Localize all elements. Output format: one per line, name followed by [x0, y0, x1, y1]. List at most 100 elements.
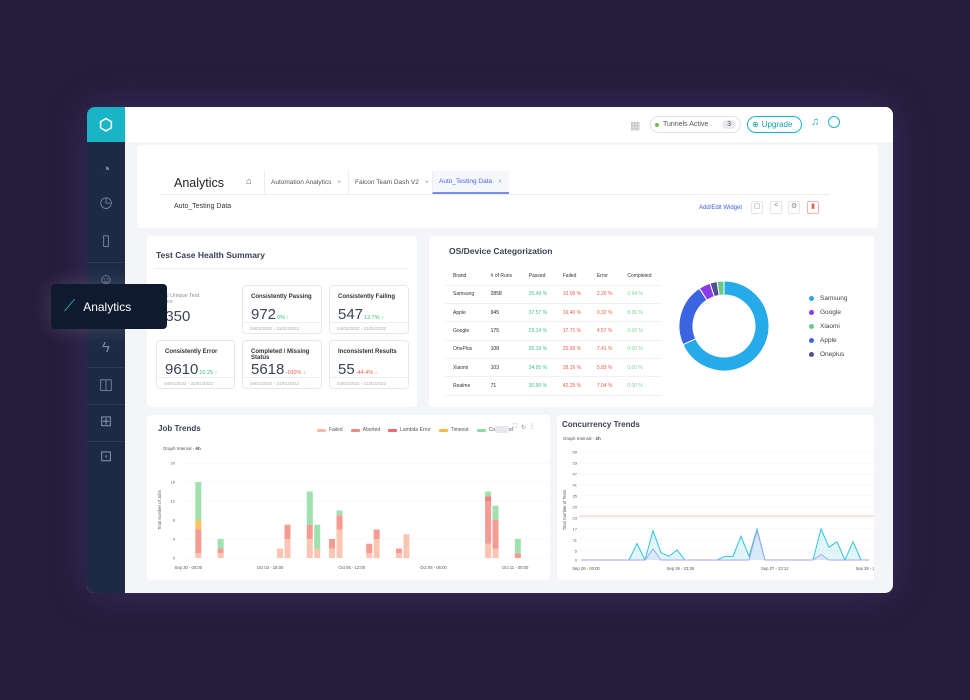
legend-item[interactable]: Samsung — [809, 291, 847, 305]
card-title: OS/Device Categorization — [449, 246, 553, 256]
y-tick-label: 53 — [573, 460, 578, 465]
legend-item[interactable]: Google — [809, 305, 847, 319]
table-cell: 71 — [482, 376, 521, 396]
settings-icon[interactable]: ⚙ — [788, 201, 800, 214]
copy-icon[interactable]: ▢ — [751, 201, 763, 214]
table-row[interactable]: Xiaomi 103 34.95 % 28.16 % 5.83 % 0.00 % — [445, 358, 661, 378]
table-cell: 0.00 % — [619, 321, 661, 341]
card-title: Test Case Health Summary — [156, 250, 265, 260]
legend-item[interactable]: Apple — [809, 333, 847, 347]
add-icon[interactable]: ⊞ — [87, 406, 125, 436]
share-icon[interactable]: < — [770, 201, 782, 214]
bar-segment-failed — [373, 539, 380, 558]
legend-item[interactable]: Xiaomi — [809, 319, 847, 333]
bar-segment-failed — [195, 553, 202, 558]
column-header: Failed — [554, 267, 589, 286]
tab-automation-analytics[interactable]: Automation Analytics × — [264, 171, 347, 194]
table-cell: Realme — [445, 376, 483, 396]
add-edit-widget-link[interactable]: Add/Edit Widget — [699, 205, 742, 211]
user-icon[interactable] — [828, 116, 840, 128]
home-icon[interactable]: ⌂ — [246, 176, 251, 186]
table-row[interactable]: Realme 71 30.99 % 42.25 % 7.04 % 0.00 % — [445, 376, 661, 396]
x-tick-label: Sep 26 - 00:00 — [572, 566, 600, 571]
y-tick-label: 11 — [573, 537, 578, 542]
bar-segment-completed — [306, 491, 313, 525]
tab-falcon-team-dash[interactable]: Falcon Team Dash V2 × — [348, 171, 435, 194]
table-cell: 108 — [482, 340, 521, 359]
bar-segment-completed — [195, 482, 202, 520]
table-row[interactable]: Google 175 29.14 % 17.71 % 4.57 % 0.00 % — [445, 321, 661, 341]
table-cell: 2858 — [482, 285, 521, 305]
bar-segment-aborted — [306, 524, 313, 539]
speedometer-icon[interactable]: ◔ — [87, 154, 125, 184]
close-icon: × — [424, 179, 429, 186]
y-tick-label: 35 — [573, 493, 578, 498]
bar-segment-aborted — [284, 524, 291, 539]
table-cell: 42.25 % — [554, 376, 589, 396]
analytics-header: Analytics ⌂ Automation Analytics × Falcon… — [137, 145, 878, 228]
analytics-icon: ⟋ — [64, 297, 76, 315]
table-cell: 0.94 % — [619, 285, 661, 305]
bell-icon[interactable]: ♫ — [811, 116, 819, 128]
stat-card[interactable]: Consistently Passing 9720% ↑ 04/01/2022 - … — [242, 285, 322, 334]
y-tick-label: 12 — [171, 499, 176, 504]
bar-segment-aborted — [492, 520, 499, 549]
tunnels-status[interactable]: Tunnels Active 3 — [650, 116, 741, 133]
table-row[interactable]: Apple 945 37.57 % 16.40 % 0.32 % 8.36 % — [445, 303, 661, 323]
upgrade-button[interactable]: ⊕ Upgrade — [747, 116, 802, 133]
y-tick-label: 29 — [573, 504, 578, 509]
table-cell: 7.41 % — [588, 340, 620, 359]
table-cell: 17.71 % — [554, 321, 589, 341]
table-cell: 10.09 % — [554, 285, 589, 305]
bar-segment-failed — [314, 548, 321, 558]
tab-auto-testing-data[interactable]: Auto_Testing Data × — [432, 171, 509, 194]
logo-icon[interactable]: ⬡ — [87, 107, 125, 142]
stat-card[interactable]: Inconsistent Results 55-44.4% ↓ 04/01/2022… — [329, 340, 409, 389]
stat-card[interactable]: Completed / Missing Status 5618-100% ↓ 04/… — [242, 340, 322, 389]
tunnels-count: 3 — [722, 120, 736, 129]
bar-segment-failed — [329, 548, 336, 558]
table-cell: 0.00 % — [619, 358, 661, 378]
bar-segment-failed — [277, 548, 284, 558]
column-header: # of Runs — [482, 267, 521, 286]
table-row[interactable]: OnePlus 108 35.19 % 25.93 % 7.41 % 0.00 % — [445, 340, 661, 359]
bar-segment-timeout — [195, 520, 202, 530]
table-cell: 175 — [482, 321, 521, 341]
delete-icon[interactable]: ▮ — [807, 201, 819, 214]
stat-card[interactable]: Consistently Failing 54712.7% ↑ 04/01/2022… — [329, 285, 409, 334]
table-cell: OnePlus — [445, 340, 483, 359]
bar-segment-completed — [217, 539, 224, 549]
x-tick-label: Sep 27 - 23:12 — [761, 566, 789, 571]
clock-icon[interactable]: ◷ — [87, 187, 125, 217]
table-cell: 0.00 % — [619, 340, 661, 359]
bar-segment-aborted — [395, 548, 402, 554]
bar-segment-failed — [395, 553, 402, 558]
table-cell: 37.57 % — [520, 303, 555, 323]
x-tick-label: Oct 02 - 18:00 — [257, 565, 284, 570]
bar-segment-lambda-error — [485, 496, 492, 501]
bar-segment-failed — [217, 553, 224, 558]
y-tick-label: 41 — [573, 482, 578, 487]
table-cell: 103 — [482, 358, 521, 378]
x-tick-label: Sep 26 - 23:36 — [667, 566, 695, 571]
bar-segment-completed — [314, 524, 321, 549]
bar-segment-completed — [492, 505, 499, 520]
table-row[interactable]: Samsung 2858 35.49 % 10.09 % 2.20 % 0.94 % — [445, 285, 661, 305]
widgets-icon[interactable]: ⊡ — [87, 441, 125, 471]
compare-icon[interactable]: ◫ — [87, 369, 125, 399]
table-cell: 945 — [482, 303, 521, 323]
stat-card[interactable]: Consistently Error 961010.25 ↑ 04/01/2022 … — [156, 340, 235, 389]
x-tick-label: Oct 05 - 12:00 — [338, 565, 365, 570]
bar-segment-completed — [336, 510, 343, 516]
table-cell: 34.95 % — [520, 358, 555, 378]
table-cell: 8.36 % — [619, 303, 661, 323]
mobile-device-icon[interactable]: ▯ — [87, 225, 125, 255]
close-icon: × — [337, 179, 342, 186]
y-tick-label: 17 — [573, 526, 578, 531]
legend-item[interactable]: Oneplus — [809, 347, 847, 361]
lightning-icon[interactable]: ϟ — [87, 332, 125, 362]
top-bar: ▦ Tunnels Active 3 ⊕ Upgrade ♫ — [125, 107, 893, 142]
apps-grid-icon[interactable]: ▦ — [630, 119, 640, 132]
table-cell: 5.83 % — [588, 358, 620, 378]
bar-segment-failed — [336, 529, 343, 558]
